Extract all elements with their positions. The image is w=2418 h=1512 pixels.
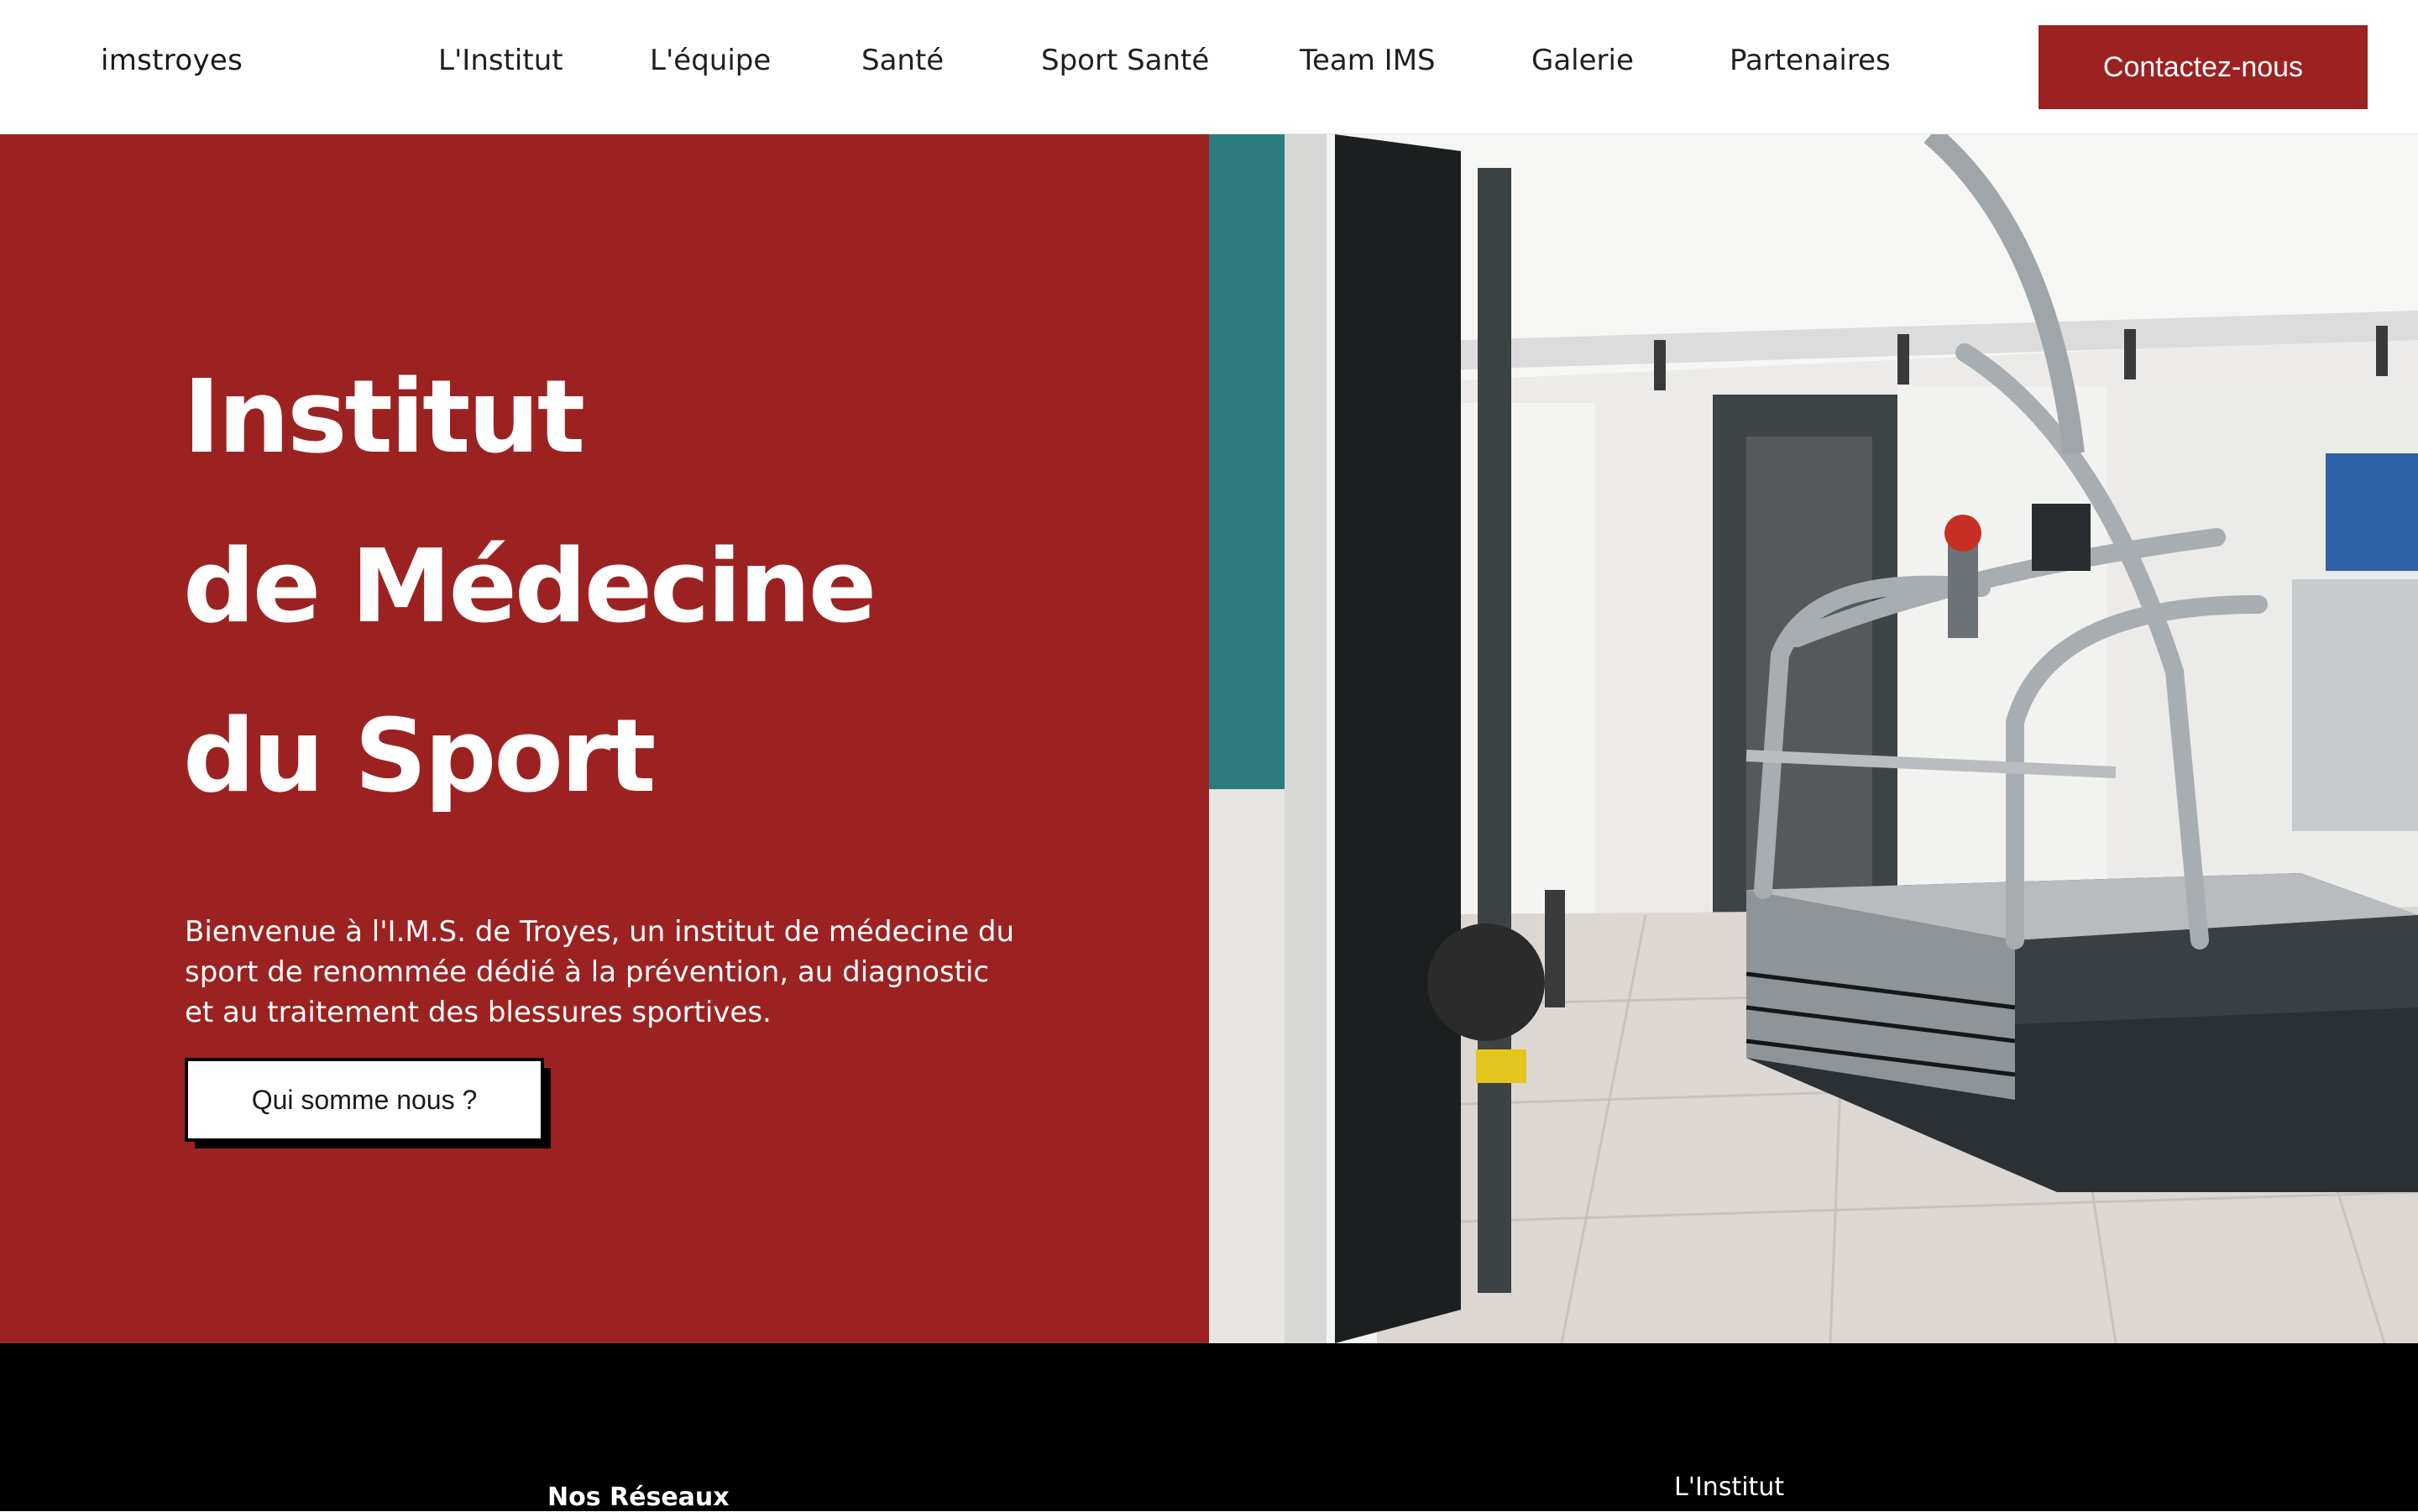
hero-description: Bienvenue à l'I.M.S. de Troyes, un insti…	[185, 915, 1014, 1029]
hero-title-line-2: de Médecine	[183, 529, 877, 646]
site-header: imstroyes L'Institut L'équipe Santé Spor…	[0, 0, 2418, 134]
hero-title-line-3: du Sport	[183, 698, 656, 815]
nav-item-team-ims[interactable]: Team IMS	[1300, 44, 1436, 77]
nav-item-equipe[interactable]: L'équipe	[650, 44, 771, 77]
site-footer: Nos Réseaux L'Institut	[0, 1343, 2418, 1512]
site-logo[interactable]: imstroyes	[101, 44, 243, 77]
about-us-button[interactable]: Qui somme nous ?	[185, 1058, 544, 1142]
hero-panel: Institut de Médecine du Sport Bienvenue …	[0, 134, 1209, 1343]
nav-item-institut[interactable]: L'Institut	[438, 44, 563, 77]
nav-item-sport-sante[interactable]: Sport Santé	[1041, 44, 1209, 77]
nav-item-sante[interactable]: Santé	[861, 44, 944, 77]
treadmill-lab-photo	[1209, 134, 2418, 1343]
footer-networks-heading: Nos Réseaux	[547, 1483, 730, 1512]
nav-item-galerie[interactable]: Galerie	[1531, 44, 1634, 77]
nav-item-partenaires[interactable]: Partenaires	[1730, 44, 1891, 77]
hero-title-line-1: Institut	[183, 359, 585, 476]
hero-photo	[1209, 134, 2418, 1343]
footer-link-institut[interactable]: L'Institut	[1674, 1473, 1784, 1502]
contact-button[interactable]: Contactez-nous	[2039, 25, 2368, 109]
